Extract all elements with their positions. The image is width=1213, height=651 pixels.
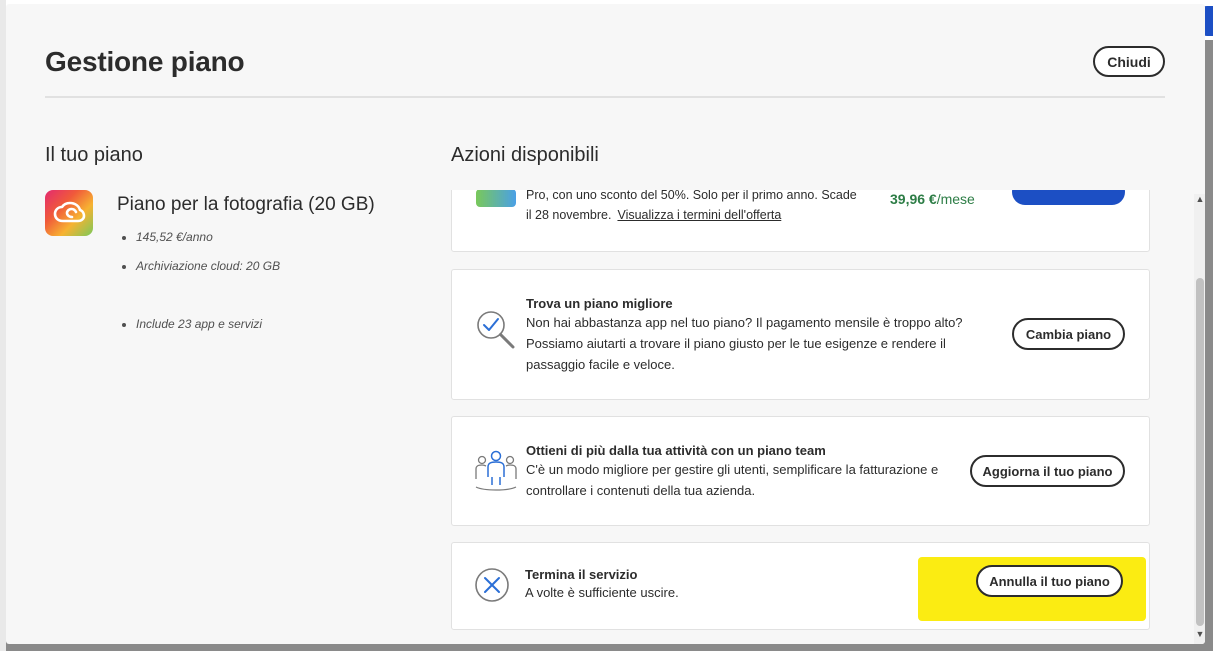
better-plan-line2: Possiamo aiutarti a trovare il piano giu… — [526, 336, 946, 351]
cancel-line1: A volte è sufficiente uscire. — [525, 585, 679, 600]
offer-button[interactable] — [1012, 190, 1125, 205]
scroll-up-arrow[interactable]: ▲ — [1195, 194, 1205, 204]
plan-name: Piano per la fotografia (20 GB) — [117, 194, 375, 215]
team-plan-line2: controllare i contenuti della tua aziend… — [526, 483, 756, 498]
team-users-icon — [474, 447, 518, 496]
available-actions-title: Azioni disponibili — [451, 144, 599, 166]
cancel-title: Termina il servizio — [525, 567, 638, 582]
team-plan-line1: C'è un modo migliore per gestire gli ute… — [526, 462, 939, 477]
creative-cloud-icon — [45, 190, 93, 236]
plan-apps: Include 23 app e servizi — [122, 317, 262, 331]
upgrade-plan-button[interactable]: Aggiorna il tuo piano — [970, 455, 1125, 487]
close-circle-icon — [474, 567, 510, 608]
better-plan-card: Trova un piano migliore Non hai abbastan… — [451, 269, 1150, 400]
team-plan-title: Ottieni di più dalla tua attività con un… — [526, 443, 826, 458]
scroll-down-arrow[interactable]: ▼ — [1195, 629, 1205, 639]
better-plan-line1: Non hai abbastanza app nel tuo piano? Il… — [526, 315, 963, 330]
offer-text-line1: Pro, con uno sconto del 50%. Solo per il… — [526, 190, 857, 202]
better-plan-title: Trova un piano migliore — [526, 296, 673, 311]
change-plan-button[interactable]: Cambia piano — [1012, 318, 1125, 350]
offer-product-icon — [476, 190, 516, 207]
search-check-icon — [474, 308, 518, 357]
your-plan-title: Il tuo piano — [45, 144, 143, 166]
plan-price: 145,52 €/anno — [122, 230, 213, 244]
manage-plan-modal: Gestione piano Chiudi Il tuo piano Piano… — [6, 4, 1205, 644]
header-divider — [45, 96, 1165, 98]
offer-terms-link[interactable]: Visualizza i termini dell'offerta — [617, 208, 781, 222]
scrollbar-thumb[interactable] — [1196, 278, 1204, 626]
cancel-plan-button[interactable]: Annulla il tuo piano — [976, 565, 1123, 597]
offer-text-line2: il 28 novembre. Visualizza i termini dell… — [526, 208, 782, 222]
team-plan-card: Ottieni di più dalla tua attività con un… — [451, 416, 1150, 526]
offer-card: Pro, con uno sconto del 50%. Solo per il… — [451, 190, 1150, 252]
offer-price: 39,96 €/mese — [890, 191, 975, 207]
better-plan-line3: passaggio facile e veloce. — [526, 357, 675, 372]
modal-title: Gestione piano — [45, 46, 245, 77]
plan-storage: Archiviazione cloud: 20 GB — [122, 259, 280, 273]
close-button[interactable]: Chiudi — [1093, 46, 1165, 77]
